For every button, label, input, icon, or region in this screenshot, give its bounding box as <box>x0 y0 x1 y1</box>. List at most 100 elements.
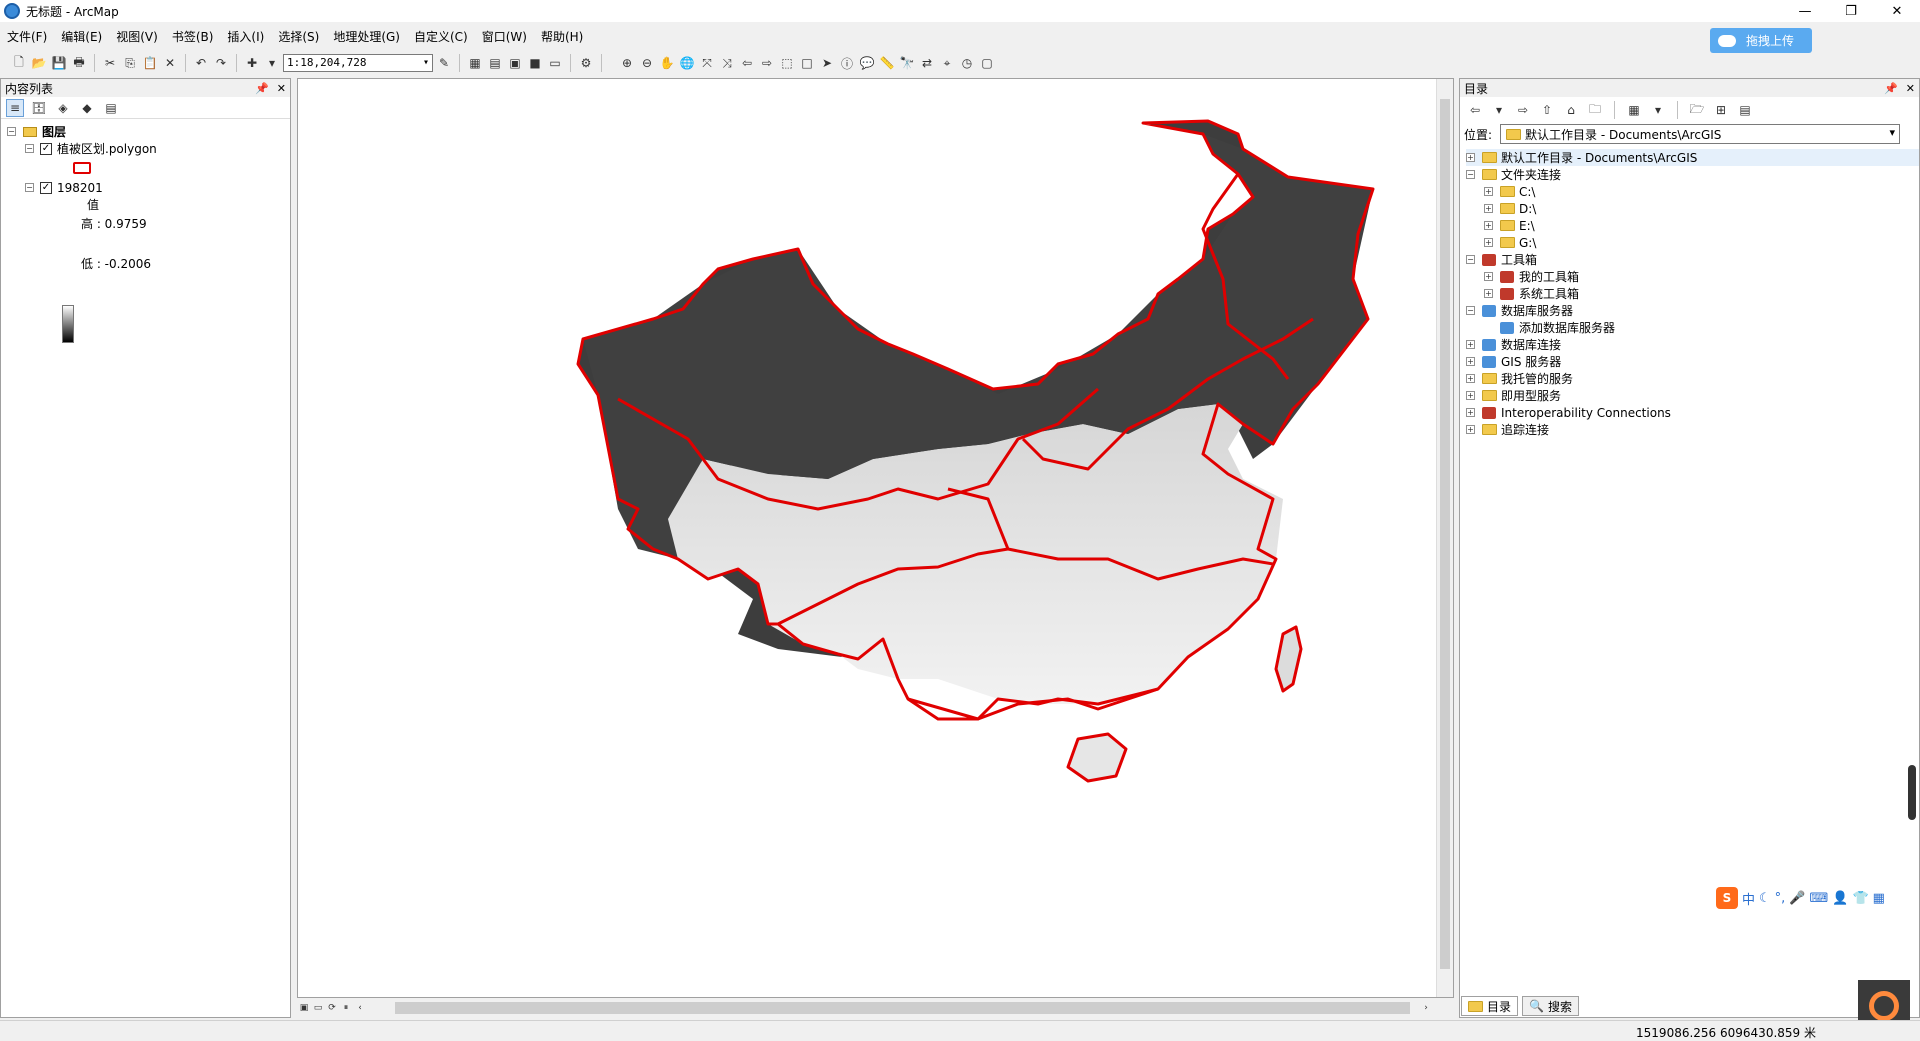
close-icon[interactable]: ✕ <box>277 82 286 95</box>
moon-icon[interactable]: ☾ <box>1759 891 1771 906</box>
expand-icon[interactable]: + <box>1484 187 1493 196</box>
catalog-item[interactable]: + D:\ <box>1466 200 1919 217</box>
forward-arrow-icon[interactable]: ⇨ <box>1514 101 1532 119</box>
list-by-drawing-order-icon[interactable]: ≡ <box>6 98 24 117</box>
connect-folder-icon[interactable]: 🗀 <box>1586 101 1604 119</box>
copy-icon[interactable]: ⎘ <box>121 54 139 72</box>
chevron-down-icon[interactable]: ▾ <box>1649 101 1667 119</box>
redo-icon[interactable]: ↷ <box>212 54 230 72</box>
menu-item-4[interactable]: 插入(I) <box>220 27 271 47</box>
up-level-icon[interactable]: ⇧ <box>1538 101 1556 119</box>
expand-icon[interactable]: + <box>1466 425 1475 434</box>
new-doc-icon[interactable]: 🗋 <box>10 54 28 72</box>
shirt-icon[interactable]: 👕 <box>1852 891 1868 906</box>
grid-icon[interactable]: ▦ <box>1873 891 1885 906</box>
tab-search[interactable]: 🔍 搜索 <box>1522 996 1579 1016</box>
fixed-zoom-in-icon[interactable]: ⤧ <box>698 54 716 72</box>
catalog-window-icon[interactable]: ▤ <box>486 54 504 72</box>
select-elements-icon[interactable]: ➤ <box>818 54 836 72</box>
catalog-item[interactable]: + 追踪连接 <box>1466 421 1919 438</box>
toolbox-icon[interactable]: ■ <box>526 54 544 72</box>
time-slider-icon[interactable]: ◷ <box>958 54 976 72</box>
fixed-zoom-out-icon[interactable]: ⤨ <box>718 54 736 72</box>
save-icon[interactable]: 💾 <box>50 54 68 72</box>
pin-icon[interactable]: 📌 <box>1884 82 1898 95</box>
location-dropdown[interactable]: 默认工作目录 - Documents\ArcGIS <box>1500 124 1901 144</box>
xy-icon[interactable]: ⌖ <box>938 54 956 72</box>
collapse-icon[interactable]: − <box>7 127 16 136</box>
back-arrow-icon[interactable]: ⇦ <box>1466 101 1484 119</box>
catalog-item[interactable]: + GIS 服务器 <box>1466 353 1919 370</box>
tab-catalog[interactable]: 目录 <box>1461 996 1519 1016</box>
scale-dropdown[interactable]: 1:18,204,728 <box>283 54 433 72</box>
options-icon[interactable]: ▤ <box>102 99 120 117</box>
map-canvas[interactable] <box>298 79 1436 997</box>
menu-item-0[interactable]: 文件(F) <box>0 27 54 47</box>
expand-icon[interactable]: + <box>1466 391 1475 400</box>
pin-icon[interactable]: 📌 <box>255 82 269 95</box>
maximize-icon[interactable]: ❐ <box>1828 0 1874 22</box>
collapse-icon[interactable]: − <box>25 183 34 192</box>
expand-icon[interactable]: + <box>1484 221 1493 230</box>
full-extent-icon[interactable]: 🌐 <box>678 54 696 72</box>
print-icon[interactable]: 🖶 <box>70 54 88 72</box>
layer-polygon[interactable]: − ✓ 植被区划.polygon <box>7 140 290 157</box>
paste-icon[interactable]: 📋 <box>141 54 159 72</box>
catalog-item[interactable]: 添加数据库服务器 <box>1466 319 1919 336</box>
search-window-icon[interactable]: ▣ <box>506 54 524 72</box>
route-icon[interactable]: ⇄ <box>918 54 936 72</box>
pan-icon[interactable]: ✋ <box>658 54 676 72</box>
layer-visibility-checkbox[interactable]: ✓ <box>40 142 52 155</box>
expand-icon[interactable]: + <box>1484 204 1493 213</box>
catalog-item[interactable]: + G:\ <box>1466 234 1919 251</box>
map-horizontal-scrollbar[interactable]: ▣ ▭ ⟳ ⏸ ‹ › <box>297 998 1437 1018</box>
layer-raster[interactable]: − ✓ 198201 <box>7 179 290 196</box>
forward-icon[interactable]: ⇨ <box>758 54 776 72</box>
scroll-thumb[interactable] <box>395 1002 1410 1014</box>
layer-visibility-checkbox[interactable]: ✓ <box>40 181 52 194</box>
catalog-item[interactable]: + 我托管的服务 <box>1466 370 1919 387</box>
menu-item-5[interactable]: 选择(S) <box>271 27 326 47</box>
scroll-right-icon[interactable]: › <box>1419 1001 1433 1015</box>
catalog-item[interactable]: + 系统工具箱 <box>1466 285 1919 302</box>
catalog-item[interactable]: + 默认工作目录 - Documents\ArcGIS <box>1466 149 1919 166</box>
refresh-icon[interactable]: ⟳ <box>325 1001 339 1015</box>
chevron-down-icon[interactable]: ▾ <box>263 54 281 72</box>
expand-icon[interactable]: + <box>1466 357 1475 366</box>
collapse-icon[interactable]: − <box>1466 170 1475 179</box>
collapse-icon[interactable]: − <box>1466 306 1475 315</box>
viewer-icon[interactable]: ▢ <box>978 54 996 72</box>
python-icon[interactable]: ▭ <box>546 54 564 72</box>
html-popup-icon[interactable]: 💬 <box>858 54 876 72</box>
zoom-in-icon[interactable]: ⊕ <box>618 54 636 72</box>
layers-root[interactable]: − 图层 <box>7 123 290 140</box>
expand-icon[interactable]: + <box>1466 153 1475 162</box>
menu-item-2[interactable]: 视图(V) <box>109 27 165 47</box>
menu-item-9[interactable]: 帮助(H) <box>534 27 590 47</box>
catalog-item[interactable]: − 文件夹连接 <box>1466 166 1919 183</box>
menu-item-6[interactable]: 地理处理(G) <box>326 27 407 47</box>
ime-toolbar[interactable]: S 中 ☾ °, 🎤 ⌨ 👤 👕 ▦ <box>1712 886 1889 910</box>
scroll-left-icon[interactable]: ‹ <box>353 1001 367 1015</box>
open-icon[interactable]: 📂 <box>30 54 48 72</box>
expand-icon[interactable]: + <box>1484 289 1493 298</box>
back-icon[interactable]: ⇦ <box>738 54 756 72</box>
collapse-icon[interactable]: − <box>1466 255 1475 264</box>
catalog-item[interactable]: − 数据库服务器 <box>1466 302 1919 319</box>
minimize-icon[interactable]: — <box>1782 0 1828 22</box>
map-vertical-scrollbar[interactable] <box>1436 79 1453 997</box>
catalog-item[interactable]: + C:\ <box>1466 183 1919 200</box>
catalog-item[interactable]: + Interoperability Connections <box>1466 404 1919 421</box>
close-icon[interactable]: ✕ <box>1906 82 1915 95</box>
layout-view-icon[interactable]: ▣ <box>297 1001 311 1015</box>
catalog-item[interactable]: + 即用型服务 <box>1466 387 1919 404</box>
list-by-selection-icon[interactable]: ◆ <box>78 99 96 117</box>
catalog-item[interactable]: − 工具箱 <box>1466 251 1919 268</box>
user-icon[interactable]: 👤 <box>1832 891 1848 906</box>
add-data-icon[interactable]: ✚ <box>243 54 261 72</box>
data-view-icon[interactable]: ▭ <box>311 1001 325 1015</box>
menu-item-3[interactable]: 书签(B) <box>165 27 221 47</box>
list-by-visibility-icon[interactable]: ◈ <box>54 99 72 117</box>
catalog-item[interactable]: + E:\ <box>1466 217 1919 234</box>
identify-icon[interactable]: ⓘ <box>838 54 856 72</box>
